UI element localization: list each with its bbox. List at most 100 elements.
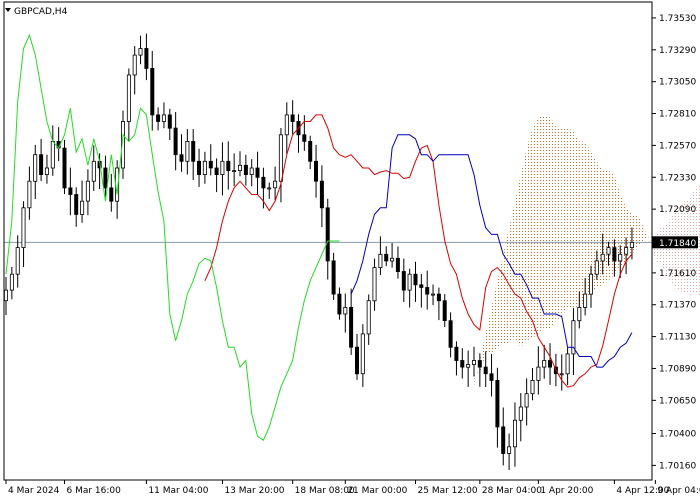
y-tick-label: 1.72570 bbox=[659, 141, 696, 151]
candle-body bbox=[273, 180, 278, 189]
candle bbox=[9, 267, 14, 300]
candle bbox=[179, 134, 184, 172]
candle bbox=[267, 182, 272, 199]
symbol-dropdown-icon[interactable] bbox=[5, 8, 11, 12]
candle-body bbox=[290, 114, 295, 122]
candle bbox=[167, 108, 172, 140]
candle-body bbox=[378, 253, 383, 269]
cloud-segment bbox=[550, 117, 556, 330]
candle-body bbox=[466, 364, 471, 368]
candle bbox=[460, 348, 465, 379]
candle-body bbox=[156, 114, 161, 122]
candle-body bbox=[366, 300, 371, 335]
candle-body bbox=[220, 160, 225, 176]
x-tick-label: 28 Mar 04:00 bbox=[482, 486, 542, 496]
candle bbox=[565, 347, 570, 385]
candle bbox=[501, 407, 506, 466]
candle-body bbox=[284, 114, 289, 136]
price-chart[interactable]: 1.73530 1.73290 1.73050 1.72810 1.72570 1.723… bbox=[0, 0, 700, 500]
candle-body bbox=[68, 187, 73, 195]
candle bbox=[21, 201, 26, 267]
candle-body bbox=[489, 373, 494, 381]
candle-body bbox=[471, 360, 476, 365]
candle bbox=[343, 293, 348, 333]
candle-body bbox=[150, 68, 155, 116]
candle bbox=[33, 144, 38, 199]
candle-body bbox=[27, 180, 32, 209]
candle-body bbox=[325, 207, 330, 262]
candle-body bbox=[436, 293, 441, 302]
candle-body bbox=[343, 306, 348, 315]
candle-body bbox=[161, 114, 166, 122]
candle-body bbox=[91, 160, 96, 182]
y-tick-label: 1.73530 bbox=[659, 14, 696, 24]
y-tick-label: 1.72330 bbox=[659, 173, 696, 183]
candle-body bbox=[302, 134, 307, 142]
candle bbox=[232, 153, 237, 187]
candle bbox=[91, 145, 96, 191]
candle bbox=[536, 346, 541, 395]
candle-body bbox=[278, 134, 283, 182]
chart-window[interactable]: 1.73530 1.73290 1.73050 1.72810 1.72570 1.723… bbox=[0, 0, 700, 500]
candle bbox=[302, 115, 307, 151]
candle-body bbox=[577, 306, 582, 322]
candle-body bbox=[132, 54, 137, 76]
y-tick-label: 1.70890 bbox=[659, 365, 696, 375]
candle-body bbox=[495, 379, 500, 428]
candle bbox=[85, 169, 90, 216]
candle-body bbox=[15, 247, 20, 275]
candle-body bbox=[618, 253, 623, 262]
candle bbox=[430, 284, 435, 306]
candle-body bbox=[173, 127, 178, 156]
candle bbox=[413, 261, 418, 302]
candle-body bbox=[612, 247, 617, 262]
candle bbox=[185, 129, 190, 175]
candle bbox=[150, 51, 155, 131]
candle-body bbox=[594, 260, 599, 275]
candle bbox=[530, 368, 535, 401]
candle-body bbox=[4, 289, 9, 302]
cloud-segment bbox=[485, 307, 492, 354]
candle-body bbox=[255, 167, 260, 178]
candle-body bbox=[413, 273, 418, 286]
cloud-segment bbox=[561, 128, 568, 317]
candle bbox=[156, 107, 161, 131]
candle bbox=[372, 258, 377, 311]
candle bbox=[44, 154, 49, 184]
candle-body bbox=[372, 267, 377, 302]
candle bbox=[138, 35, 143, 65]
x-tick-label: 4 Mar 2024 bbox=[8, 486, 60, 496]
candle-body bbox=[261, 176, 266, 189]
candle-body bbox=[191, 140, 196, 162]
candle bbox=[524, 378, 529, 426]
candle bbox=[425, 270, 430, 310]
symbol-label: GBPCAD,H4 bbox=[14, 7, 68, 17]
cloud-segment bbox=[567, 128, 574, 308]
candle-body bbox=[524, 393, 529, 408]
candle-body bbox=[589, 273, 594, 295]
candle-body bbox=[600, 253, 605, 262]
candle-body bbox=[360, 333, 365, 375]
candle bbox=[290, 100, 295, 135]
candle-body bbox=[249, 167, 254, 175]
candle bbox=[349, 288, 354, 355]
candle-body bbox=[331, 260, 336, 295]
y-tick-label: 1.70400 bbox=[659, 430, 696, 440]
candle-body bbox=[308, 140, 313, 162]
candle bbox=[319, 165, 324, 227]
candle bbox=[436, 287, 441, 321]
candle bbox=[308, 135, 313, 170]
y-tick-label: 1.72810 bbox=[659, 110, 696, 120]
x-tick-label: 6 Mar 16:00 bbox=[67, 486, 122, 496]
candle-body bbox=[430, 293, 435, 296]
candle bbox=[243, 154, 248, 186]
candle bbox=[4, 277, 9, 315]
y-tick-label: 1.72090 bbox=[659, 205, 696, 215]
x-tick-label: 1 Apr 20:00 bbox=[540, 486, 593, 496]
candle bbox=[337, 287, 342, 320]
candle bbox=[278, 128, 283, 203]
candle bbox=[454, 341, 459, 376]
cloud-segment bbox=[520, 148, 527, 348]
candle bbox=[419, 274, 424, 308]
y-tick-label: 1.71610 bbox=[659, 269, 696, 279]
